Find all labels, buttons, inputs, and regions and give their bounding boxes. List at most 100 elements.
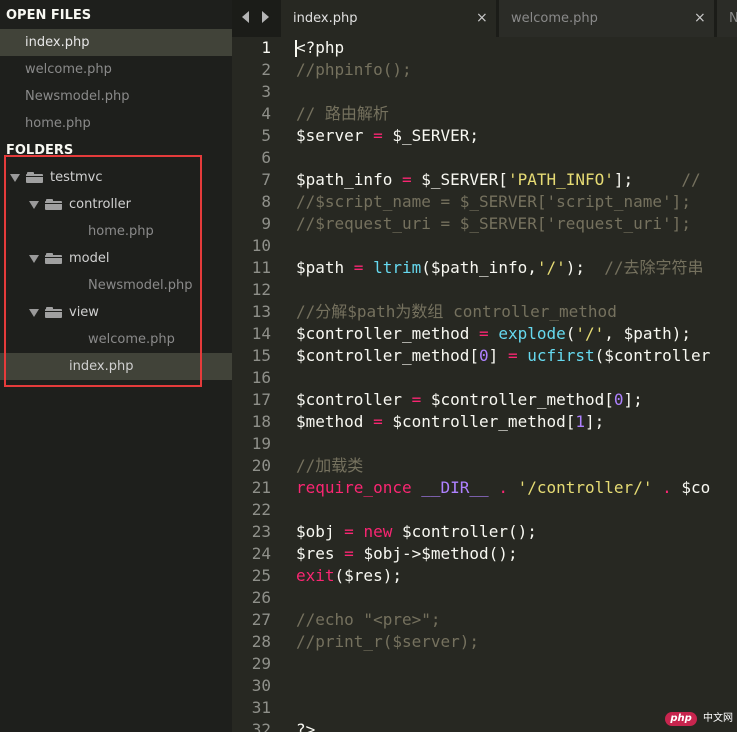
tree-folder[interactable]: testmvc [0,164,232,191]
open-file-item[interactable]: index.php [0,29,232,56]
code-token: = [411,390,422,409]
editor-tab[interactable]: index.php × [281,0,496,37]
php-logo: php [665,712,697,726]
tree-file[interactable]: home.php [0,218,232,245]
code-token: . [498,478,508,497]
code-line[interactable]: //$script_name = $_SERVER['script_name']… [296,191,691,213]
code-token: ($path_info, [421,258,537,277]
line-number: 18 [251,412,271,431]
code-token: exit [296,566,335,585]
line-number: 8 [261,192,271,211]
disclosure-triangle-icon[interactable] [29,201,39,209]
editor-tab[interactable]: N [717,0,737,37]
disclosure-triangle-icon[interactable] [29,255,39,263]
code-editor[interactable]: 1 2 3 4 5 6 7 8 9 10 11 12 13 14 15 16 17 18 19 20 21 22 23 24 2… [232,37,737,732]
code-token: $obj [296,522,345,541]
editor-tab[interactable]: welcome.php × [499,0,714,37]
line-number: 5 [261,126,271,145]
code-line[interactable]: // 路由解析 [296,103,389,125]
code-line[interactable]: //print_r($server); [296,631,479,653]
sidebar: OPEN FILES index.php welcome.php Newsmodel… [0,0,232,732]
code-line[interactable]: //$request_uri = $_SERVER['request_uri']… [296,213,691,235]
line-number: 16 [251,368,271,387]
code-token: //$request_uri = $_SERVER['request_uri']… [296,214,691,233]
code-line[interactable]: //加载类 [296,455,363,477]
code-token: ?> [296,720,316,732]
open-files-heading: OPEN FILES [6,8,92,23]
code-token: ltrim [373,258,422,277]
code-token: require_once [296,478,412,497]
code-line[interactable]: //分解$path为数组 controller_method [296,301,617,323]
code-token: . [662,478,672,497]
line-number: 2 [261,60,271,79]
code-token: explode [498,324,566,343]
open-file-item[interactable]: home.php [0,110,232,137]
open-file-item[interactable]: welcome.php [0,56,232,83]
code-line[interactable]: $method = $controller_method[1]; [296,411,604,433]
code-token: //print_r($server); [296,632,480,651]
code-line[interactable]: $server = $_SERVER; [296,125,479,147]
tree-folder[interactable]: view [0,299,232,326]
code-token: //$script_name = $_SERVER['script_name']… [296,192,691,211]
code-token: __DIR__ [421,478,489,497]
code-token: = [373,412,383,431]
tree-file[interactable]: Newsmodel.php [0,272,232,299]
code-line[interactable]: $controller_method[0] = ucfirst($control… [296,345,710,367]
line-number: 28 [251,632,271,651]
code-line[interactable]: <?php [296,37,344,59]
code-token: 0 [479,346,489,365]
code-line[interactable]: require_once __DIR__ . '/controller/' . … [296,477,710,499]
line-number: 32 [251,720,271,732]
open-file-label: index.php [25,35,90,50]
tree-file[interactable]: index.php [0,353,232,380]
tab-scroll-right-icon[interactable] [262,11,269,23]
code-token: $controller_method[ [382,412,576,431]
open-file-label: welcome.php [25,62,112,77]
code-line[interactable]: //echo "<pre>"; [296,609,441,631]
close-tab-icon[interactable]: × [476,0,488,37]
tab-bar: index.php × welcome.php × N [232,0,737,37]
disclosure-triangle-icon[interactable] [10,174,20,182]
file-label: home.php [88,224,154,239]
line-number: 9 [261,214,271,233]
code-token: = [479,324,489,343]
tree-file[interactable]: welcome.php [0,326,232,353]
code-token: $obj->$method(); [353,544,518,563]
code-line[interactable]: exit($res); [296,565,402,587]
code-token: new [363,522,393,541]
code-token: $controller [296,390,412,409]
code-token: ( [565,324,576,343]
code-token: //分解$path为数组 controller_method [296,302,617,321]
line-number: 23 [251,522,271,541]
tab-scroll-left-icon[interactable] [242,11,249,23]
tree-folder[interactable]: model [0,245,232,272]
code-line[interactable]: $obj = new $controller(); [296,521,537,543]
code-line[interactable]: $path_info = $_SERVER['PATH_INFO']; // [296,169,701,191]
code-token: //echo "<pre>"; [296,610,441,629]
code-token: ($res); [334,566,402,585]
code-token: $co [671,478,711,497]
line-number: 31 [251,698,271,717]
code-token: // 路由解析 [296,104,389,123]
code-token: $path [296,258,354,277]
code-token: ]; [585,412,605,431]
code-line[interactable]: $res = $obj->$method(); [296,543,518,565]
open-file-item[interactable]: Newsmodel.php [0,83,232,110]
tree-folder[interactable]: controller [0,191,232,218]
disclosure-triangle-icon[interactable] [29,309,39,317]
code-line[interactable]: ?> [296,719,315,732]
close-tab-icon[interactable]: × [694,0,706,37]
code-line[interactable]: //phpinfo(); [296,59,412,81]
code-line[interactable]: $controller_method = explode('/', $path)… [296,323,691,345]
code-line[interactable]: $controller = $controller_method[0]; [296,389,643,411]
code-token: <?php [296,38,345,57]
code-line[interactable]: $path = ltrim($path_info,'/'); //去除字符串 [296,257,704,279]
line-number: 17 [251,390,271,409]
code-token: $controller_method[ [421,390,614,409]
folder-label: view [69,305,99,320]
code-token: ucfirst [527,346,595,365]
code-token: '/' [536,258,566,277]
file-label: welcome.php [88,332,175,347]
line-number: 22 [251,500,271,519]
